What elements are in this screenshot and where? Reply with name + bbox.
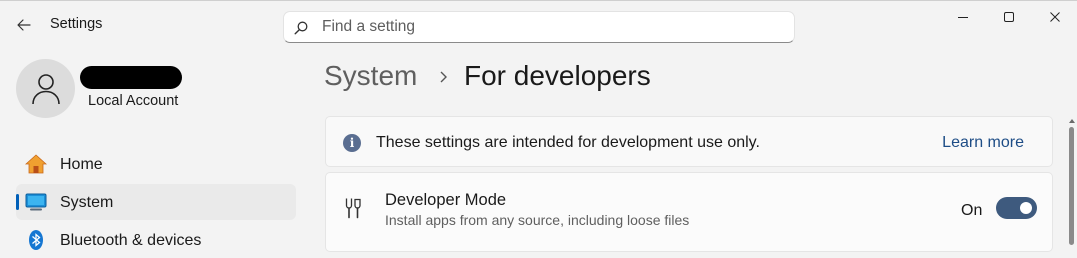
toggle-knob <box>1020 202 1032 214</box>
scroll-up-arrow-icon[interactable] <box>1068 117 1076 125</box>
page-title: For developers <box>464 60 651 91</box>
minimize-icon <box>958 17 968 18</box>
search-icon <box>294 21 308 35</box>
window-top-border <box>0 0 1077 1</box>
system-display-icon <box>25 193 47 211</box>
toggle-state-label: On <box>961 202 983 219</box>
back-button[interactable] <box>8 10 40 40</box>
close-icon <box>1050 12 1060 22</box>
learn-more-link[interactable]: Learn more <box>942 134 1024 152</box>
developer-mode-toggle[interactable] <box>996 197 1037 219</box>
info-icon: i <box>343 134 361 152</box>
sidebar-item-label: System <box>60 194 114 211</box>
info-bar-text: These settings are intended for developm… <box>376 134 760 151</box>
sidebar-item-system[interactable]: System <box>16 184 296 220</box>
minimize-button[interactable] <box>940 4 986 30</box>
info-bar: i These settings are intended for develo… <box>325 116 1053 167</box>
scrollbar-thumb[interactable] <box>1069 127 1074 245</box>
maximize-button[interactable] <box>986 4 1032 30</box>
avatar[interactable] <box>16 59 75 118</box>
bluetooth-icon <box>29 230 43 250</box>
maximize-icon <box>1004 12 1014 22</box>
sidebar-item-label: Home <box>60 156 103 173</box>
sidebar-item-bluetooth[interactable]: Bluetooth & devices <box>16 222 296 258</box>
back-arrow-icon <box>17 19 31 31</box>
breadcrumb-root[interactable]: System <box>324 60 417 92</box>
user-icon <box>31 73 60 104</box>
selection-indicator <box>16 194 19 210</box>
home-icon <box>25 154 47 174</box>
sidebar-item-label: Bluetooth & devices <box>60 232 202 249</box>
developer-mode-description: Install apps from any source, including … <box>385 212 690 228</box>
developer-tools-icon <box>345 198 361 219</box>
developer-mode-card: Developer Mode Install apps from any sou… <box>325 172 1053 252</box>
search-box[interactable] <box>283 11 795 43</box>
app-title: Settings <box>50 16 103 32</box>
account-name-redacted <box>80 66 182 89</box>
account-type-label: Local Account <box>88 93 179 109</box>
sidebar-item-home[interactable]: Home <box>16 146 296 182</box>
chevron-right-icon <box>440 71 447 83</box>
close-button[interactable] <box>1032 4 1077 30</box>
developer-mode-title: Developer Mode <box>385 191 507 209</box>
search-input[interactable] <box>322 12 782 42</box>
